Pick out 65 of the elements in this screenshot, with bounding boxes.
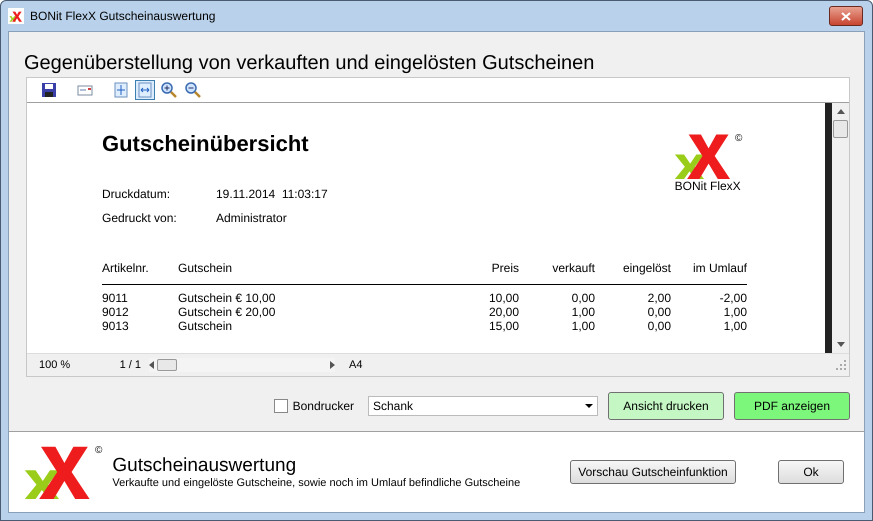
printer-dropdown[interactable]: Schank — [368, 396, 598, 416]
column-header: im Umlauf — [671, 261, 747, 285]
vertical-scrollbar[interactable] — [832, 103, 849, 353]
fit-width-icon — [136, 81, 154, 99]
window-title: BONit FlexX Gutscheinauswertung — [30, 9, 216, 23]
footer-button[interactable]: Vorschau Gutscheinfunktion — [570, 460, 736, 484]
table-cell-text: 0,00 — [570, 291, 595, 305]
footer-subtitle: Verkaufte und eingelöste Gutscheine, sowie noch im Umlauf befindliche Gutscheine — [112, 477, 522, 489]
page-indicator: 1 / 1 — [118, 359, 142, 371]
column-header: eingelöst — [595, 261, 671, 285]
scroll-up-icon — [836, 109, 844, 114]
table-cell-text: 1,00 — [722, 305, 747, 319]
scroll-right-icon — [330, 361, 335, 369]
toolbar-button[interactable] — [39, 80, 59, 100]
resize-grip-icon — [836, 360, 846, 370]
action-button[interactable]: Ansicht drucken — [608, 392, 724, 420]
table-cell-text: 0,00 — [646, 319, 671, 333]
checkbox[interactable] — [274, 399, 288, 413]
heading: Gegenüberstellung von verkauften und eingelösten Gutscheinen — [23, 51, 596, 76]
fit-page-icon — [112, 81, 130, 99]
zoom-in-icon — [160, 81, 178, 99]
paper-size: A4 — [349, 359, 364, 371]
table-cell-text: 2,00 — [646, 291, 671, 305]
table-cell-text: 9012 — [102, 305, 130, 319]
close-button[interactable] — [829, 6, 863, 26]
copyright-mark: © — [95, 445, 102, 456]
meta-label: Gedruckt von: — [102, 211, 178, 225]
report-title: Gutscheinübersicht — [102, 131, 309, 157]
table-cell-text: 1,00 — [570, 305, 595, 319]
zoom-level: 100 % — [38, 359, 72, 371]
table-cell-text: Gutschein € 10,00 — [178, 291, 276, 305]
table-cell-text: 15,00 — [488, 319, 519, 333]
copyright-mark: © — [735, 133, 742, 144]
action-button[interactable]: PDF anzeigen — [734, 392, 850, 420]
table-cell-text: 0,00 — [646, 305, 671, 319]
table-cell-text: 1,00 — [722, 319, 747, 333]
save-icon — [40, 81, 58, 99]
column-header: Gutschein — [178, 261, 443, 285]
scroll-thumb[interactable] — [157, 359, 177, 371]
footer-title: Gutscheinauswertung — [112, 455, 298, 477]
meta-value: Administrator — [216, 211, 288, 225]
logo-caption: BONit FlexX — [674, 179, 741, 193]
column-header: Preis — [443, 261, 519, 285]
footer-button[interactable]: Ok — [778, 460, 844, 484]
caret-icon — [585, 404, 593, 408]
table-cell-text: 10,00 — [488, 291, 519, 305]
zoom-out-icon — [184, 81, 202, 99]
meta-label: Druckdatum: — [102, 187, 172, 201]
table-cell-text: Gutschein € 20,00 — [178, 305, 276, 319]
scroll-thumb[interactable] — [833, 120, 848, 138]
table-cell-text: Gutschein — [178, 319, 234, 333]
scroll-left-icon — [149, 361, 154, 369]
table-cell-text: 20,00 — [488, 305, 519, 319]
toolbar-button[interactable] — [159, 80, 179, 100]
checkbox-label: Bondrucker — [292, 399, 354, 413]
close-icon — [841, 12, 851, 20]
horizontal-scrollbar[interactable] — [149, 358, 335, 372]
table-cell-text: 9011 — [102, 291, 129, 305]
meta-value: 19.11.2014 11:03:17 — [216, 187, 329, 201]
column-header: verkauft — [519, 261, 595, 285]
scroll-down-icon — [836, 342, 844, 347]
column-header: Artikelnr. — [102, 261, 178, 285]
table-cell-text: 1,00 — [570, 319, 595, 333]
table-cell-text: 9013 — [102, 319, 130, 333]
table-cell-text: -2,00 — [718, 291, 747, 305]
